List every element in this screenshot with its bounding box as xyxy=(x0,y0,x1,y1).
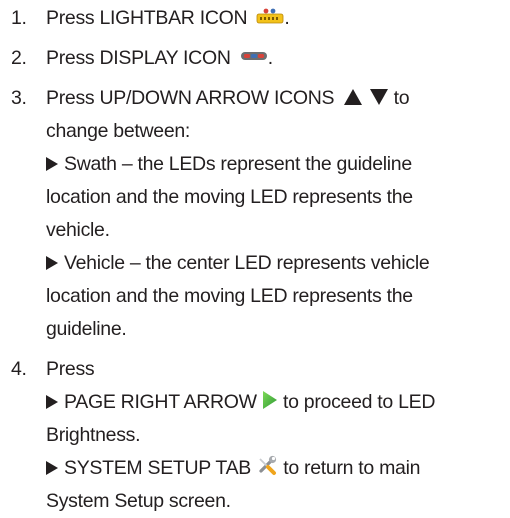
step-2: 2. Press DISPLAY ICON . xyxy=(0,42,510,75)
bullet-text: SYSTEM SETUP TAB xyxy=(64,457,252,479)
bullet-line: SYSTEM SETUP TAB to return to main xyxy=(46,452,510,485)
bullet-line: Swath – the LEDs represent the guideline xyxy=(46,148,510,181)
down-arrow-icon xyxy=(369,88,389,106)
bullet-line: Vehicle – the center LED represents vehi… xyxy=(46,247,510,280)
bullet-triangle-icon xyxy=(46,256,58,270)
bullet-line: location and the moving LED represents t… xyxy=(46,186,413,208)
bullet-text: Swath – the LEDs represent the guideline xyxy=(64,153,412,175)
step-3: 3. Press UP/DOWN ARROW ICONS to change b… xyxy=(0,82,510,346)
step-4: 4. Press PAGE RIGHT ARROW to proceed to … xyxy=(0,353,510,518)
step-number: 1. xyxy=(11,7,27,29)
system-setup-tools-icon xyxy=(256,454,278,476)
bullet-text-after: to proceed to LED xyxy=(283,391,436,413)
step-suffix: . xyxy=(284,7,290,29)
step-line: Press UP/DOWN ARROW ICONS to xyxy=(46,82,510,115)
step-1: 1. Press LIGHTBAR ICON . xyxy=(0,2,510,35)
lightbar-icon xyxy=(256,7,284,25)
bullet-line: location and the moving LED represents t… xyxy=(46,285,413,307)
bullet-text-after: to return to main xyxy=(283,457,421,479)
bullet-triangle-icon xyxy=(46,395,58,409)
bullet-text: PAGE RIGHT ARROW xyxy=(64,391,257,413)
step-text: Press xyxy=(46,358,95,380)
display-icon xyxy=(240,50,268,62)
bullet-triangle-icon xyxy=(46,157,58,171)
step-text: Press DISPLAY ICON xyxy=(46,47,231,69)
bullet-line: System Setup screen. xyxy=(46,490,231,512)
bullet-triangle-icon xyxy=(46,461,58,475)
bullet-line: guideline. xyxy=(46,318,127,340)
step-line-2: change between: xyxy=(46,120,191,142)
instruction-steps: 1. Press LIGHTBAR ICON . 2. Press DISPLA… xyxy=(0,0,510,518)
bullet-line: PAGE RIGHT ARROW to proceed to LED xyxy=(46,386,510,419)
step-number: 3. xyxy=(11,87,27,109)
bullet-line: vehicle. xyxy=(46,219,110,241)
step-number: 2. xyxy=(11,47,27,69)
step-text-after: to xyxy=(393,87,410,109)
step-number: 4. xyxy=(11,358,27,380)
up-arrow-icon xyxy=(343,88,363,106)
step-suffix: . xyxy=(267,47,273,69)
step-text: Press UP/DOWN ARROW ICONS xyxy=(46,87,335,109)
page-right-arrow-icon xyxy=(262,390,278,410)
bullet-line: Brightness. xyxy=(46,424,141,446)
step-text: Press LIGHTBAR ICON xyxy=(46,7,248,29)
bullet-text: Vehicle – the center LED represents vehi… xyxy=(64,252,430,274)
